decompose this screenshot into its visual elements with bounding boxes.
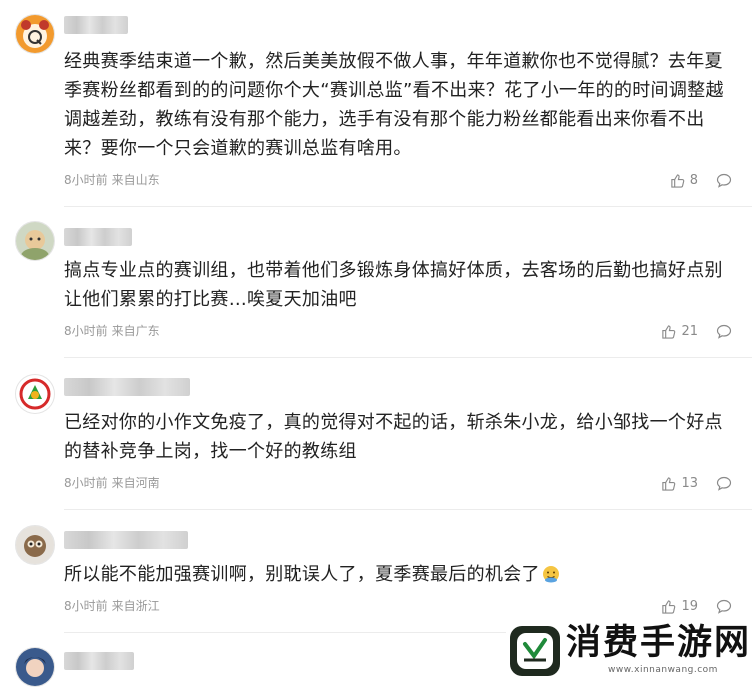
user-avatar[interactable] [15, 221, 55, 261]
comment-meta: 8小时前 来自河南 [64, 475, 160, 491]
user-avatar[interactable] [15, 374, 55, 414]
user-avatar[interactable] [15, 525, 55, 565]
like-count: 21 [681, 323, 698, 339]
site-name: 消费手游网 [566, 623, 752, 663]
like-count: 13 [681, 475, 698, 491]
comment-location: 来自广东 [111, 324, 160, 338]
thumbs-up-icon [662, 324, 676, 339]
reply-button[interactable] [716, 324, 732, 339]
panda-avatar-icon [16, 15, 54, 53]
username[interactable]: ███████ [64, 16, 128, 34]
site-url: www.xinnanwang.com [608, 665, 718, 675]
reply-bubble-icon [716, 476, 732, 491]
like-button[interactable]: 21 [661, 324, 698, 339]
cartoon-avatar-icon [16, 222, 54, 260]
like-count: 8 [689, 172, 698, 188]
reply-button[interactable] [716, 173, 732, 188]
username[interactable]: █████ [64, 228, 132, 246]
comment-actions: 8 [670, 170, 732, 190]
comment-time: 8小时前 [64, 173, 108, 187]
comment-meta: 8小时前 来自浙江 [64, 598, 160, 614]
username[interactable]: ████████ [64, 531, 188, 549]
reply-bubble-icon [716, 324, 732, 339]
comment-time: 8小时前 [64, 599, 108, 613]
comment-actions: 19 [661, 596, 732, 616]
comment-location: 来自山东 [111, 173, 160, 187]
comment-location: 来自浙江 [111, 599, 160, 613]
comment-actions: 21 [661, 321, 732, 341]
divider [64, 357, 752, 358]
reply-bubble-icon [716, 173, 732, 188]
comment-actions: 13 [661, 473, 732, 493]
comment-text-content: 所以能不能加强赛训啊，别耽误人了，夏季赛最后的机会了 [64, 564, 540, 585]
like-count: 19 [681, 598, 698, 614]
user-avatar[interactable] [15, 647, 55, 687]
comment-text: 搞点专业点的赛训组，也带着他们多锻炼身体搞好体质，去客场的后勤也搞好点别让他们累… [64, 260, 723, 310]
comment-text: 已经对你的小作文免疫了，真的觉得对不起的话，斩杀朱小龙，给小邹找一个好点的替补竞… [64, 412, 723, 462]
username[interactable]: █████ [64, 652, 134, 670]
thumbs-up-icon [662, 476, 676, 491]
divider [64, 509, 752, 510]
team-logo-icon [16, 375, 54, 413]
comment-text: 所以能不能加强赛训啊，别耽误人了，夏季赛最后的机会了 [64, 560, 736, 592]
comment-time: 8小时前 [64, 324, 108, 338]
comment-location: 来自河南 [111, 476, 160, 490]
thumbs-up-icon [662, 599, 676, 614]
anime-avatar-icon [16, 648, 54, 686]
face-emoji-icon [542, 563, 560, 592]
site-logo-icon [510, 626, 560, 676]
reply-button[interactable] [716, 599, 732, 614]
thumbs-up-icon [671, 173, 685, 188]
site-watermark: 消费手游网 www.xinnanwang.com [506, 620, 752, 683]
like-button[interactable]: 19 [661, 599, 698, 614]
comment-meta: 8小时前 来自山东 [64, 172, 160, 188]
comment-text: 经典赛季结束道一个歉，然后美美放假不做人事，年年道歉你也不觉得腻？去年夏季赛粉丝… [64, 51, 724, 159]
like-button[interactable]: 8 [670, 173, 698, 188]
username[interactable]: ████████ [64, 378, 190, 396]
like-button[interactable]: 13 [661, 476, 698, 491]
comment-meta: 8小时前 来自广东 [64, 323, 160, 339]
user-avatar[interactable] [15, 14, 55, 54]
reply-bubble-icon [716, 599, 732, 614]
comment-time: 8小时前 [64, 476, 108, 490]
reply-button[interactable] [716, 476, 732, 491]
monkey-avatar-icon [16, 526, 54, 564]
divider [64, 206, 752, 207]
